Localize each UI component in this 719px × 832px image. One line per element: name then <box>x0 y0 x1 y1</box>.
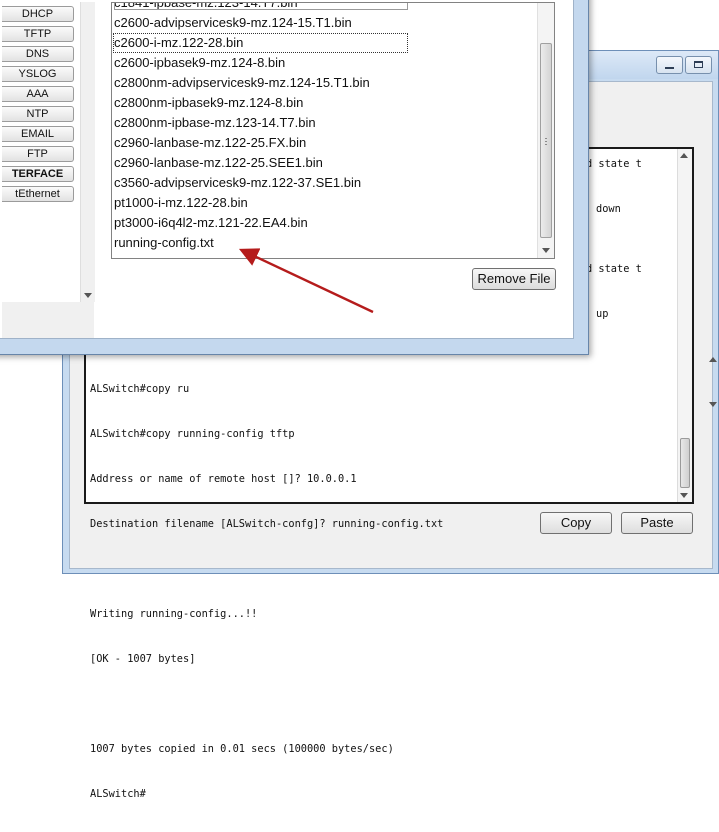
terminal-line: 1007 bytes copied in 0.01 secs (100000 b… <box>90 743 394 755</box>
annotation-arrow-line <box>238 248 374 314</box>
annotation-arrow <box>238 248 374 314</box>
terminal-line: Writing running-config...!! <box>90 608 258 620</box>
terminal-line: [OK - 1007 bytes] <box>90 653 196 665</box>
terminal-line: ALSwitch# <box>90 788 146 800</box>
